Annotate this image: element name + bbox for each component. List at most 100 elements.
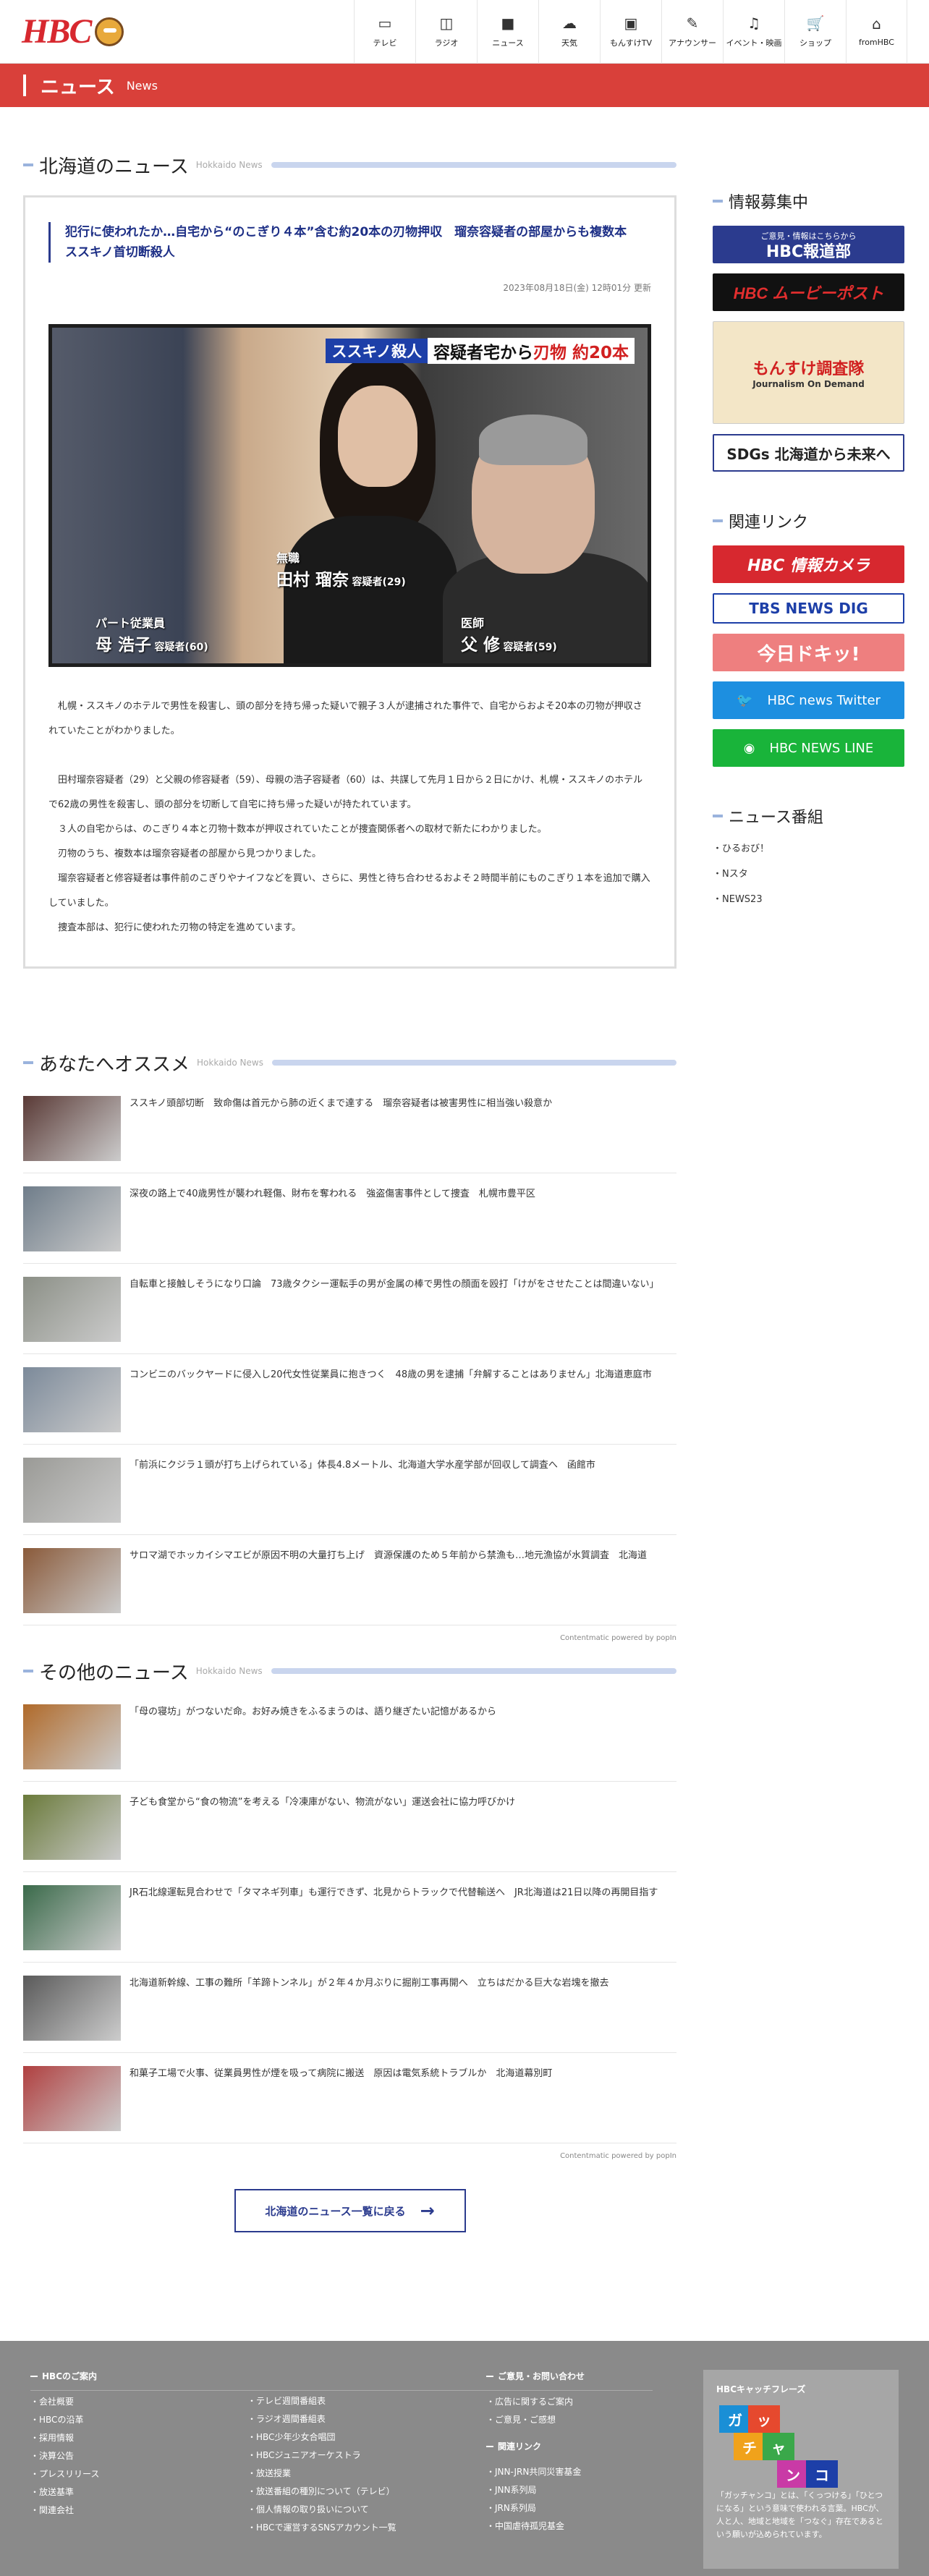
news-item[interactable]: 「前浜にクジラ１頭が打ち上げられている」体長4.8メートル、北海道大学水産学部が…: [23, 1453, 676, 1535]
twitter-button[interactable]: 🐦 HBC news Twitter: [713, 681, 904, 719]
footer-link[interactable]: ラジオ週間番組表: [247, 2413, 486, 2425]
program-link[interactable]: NEWS23: [713, 891, 904, 905]
footer-link[interactable]: プレスリリース: [30, 2467, 247, 2480]
footer-link[interactable]: 関連会社: [30, 2504, 247, 2516]
footer-link[interactable]: 個人情報の取り扱いについて: [247, 2503, 486, 2515]
heading-en: Hokkaido News: [197, 1058, 263, 1068]
logo-text: HBC: [22, 12, 92, 51]
footer-link[interactable]: JNN-JRN共同災害基金: [486, 2465, 674, 2478]
article-title: 犯行に使われたか…自宅から“のこぎり４本”含む約20本の刃物押収 瑠奈容疑者の部…: [65, 225, 640, 260]
catchphrase-char: ガ: [719, 2405, 751, 2433]
nav-label: ショップ: [799, 38, 831, 48]
footer-guide-title: HBCのご案内: [30, 2370, 247, 2382]
person-name: 母 浩子: [96, 636, 152, 655]
catchphrase-char: ャ: [763, 2433, 794, 2460]
nav-label: fromHBC: [859, 38, 894, 47]
news-item[interactable]: 深夜の路上で40歳男性が襲われ軽傷、財布を奪われる 強盗傷害事件として捜査 札幌…: [23, 1182, 676, 1264]
footer-link[interactable]: HBCで運営するSNSアカウント一覧: [247, 2521, 486, 2533]
program-link[interactable]: ひるおび！: [713, 841, 904, 854]
nav-label: アナウンサー: [669, 38, 716, 48]
programs-list: ひるおび！ Nスタ NEWS23: [713, 841, 904, 905]
footer-link[interactable]: HBCジュニアオーケストラ: [247, 2449, 486, 2461]
nav-item[interactable]: ⌂ fromHBC: [846, 0, 907, 64]
footer-link[interactable]: 中国虐待孤児基金: [486, 2520, 674, 2532]
back-to-list-button[interactable]: 北海道のニュース一覧に戻る →: [234, 2189, 466, 2232]
hodo-label: HBC報道部: [765, 243, 852, 261]
nav-item[interactable]: ■ ニュース: [477, 0, 538, 64]
nav-item[interactable]: ☁ 天気: [538, 0, 600, 64]
news-thumbnail: [23, 1277, 121, 1342]
mic-icon: ✎: [686, 14, 699, 32]
news-thumbnail: [23, 1458, 121, 1523]
footer-link[interactable]: JNN系列局: [486, 2483, 674, 2496]
footer-guide: HBCのご案内 会社概要 HBCの沿革採用情報決算公告プレスリリース放送基準関連会…: [30, 2370, 247, 2547]
powered-by[interactable]: Contentmatic powered by popIn: [23, 1634, 676, 1642]
nav-label: ラジオ: [434, 38, 459, 48]
links-section: 関連リンク HBC 情報カメラ TBS NEWS DIG 今日ドキッ! 🐦 HBC…: [713, 509, 904, 767]
nav-item[interactable]: ▭ テレビ: [354, 0, 415, 64]
news-item[interactable]: コンビニのバックヤードに侵入し20代女性従業員に抱きつく 48歳の男を逮捕「弁解…: [23, 1363, 676, 1445]
heading-line: [271, 162, 676, 168]
news-item[interactable]: 子ども食堂から“食の物流”を考える「冷凍庫がない、物流がない」運送会社に協力呼び…: [23, 1790, 676, 1872]
nav-label: 天気: [561, 38, 577, 48]
news-item[interactable]: JR石北線運転見合わせで「タマネギ列車」も運行できず、北見からトラックで代替輸送…: [23, 1881, 676, 1963]
movie-post-banner[interactable]: HBC ムービーポスト: [713, 273, 904, 311]
hodo-banner[interactable]: ご意見・情報はこちらから HBC報道部: [713, 226, 904, 263]
footer-link[interactable]: 決算公告: [30, 2449, 247, 2462]
article-body: 札幌・ススキノのホテルで男性を殺害し、頭の部分を持ち帰った疑いで親子３人が逮捕さ…: [48, 694, 651, 940]
news-thumbnail: [23, 1096, 121, 1161]
nav-item[interactable]: 🛒 ショップ: [784, 0, 846, 64]
news-item[interactable]: 北海道新幹線、工事の難所「羊蹄トンネル」が２年４か月ぶりに掘削工事再開へ 立ちは…: [23, 1971, 676, 2053]
article-paragraph: 札幌・ススキノのホテルで男性を殺害し、頭の部分を持ち帰った疑いで親子３人が逮捕さ…: [48, 701, 642, 736]
news-item[interactable]: サロマ湖でホッカイシマエビが原因不明の大量打ち上げ 資源保護のため５年前から禁漁…: [23, 1544, 676, 1625]
footer-link[interactable]: HBCの沿革: [30, 2413, 247, 2426]
powered-by[interactable]: Contentmatic powered by popIn: [23, 2152, 676, 2160]
article-date: 2023年08月18日(金) 12時01分 更新: [503, 283, 651, 293]
news-headline: コンビニのバックヤードに侵入し20代女性従業員に抱きつく 48歳の男を逮捕「弁解…: [130, 1369, 652, 1380]
heading-line: [271, 1060, 676, 1066]
heading-mark: [23, 163, 33, 166]
news-headline: ススキノ頭部切断 致命傷は首元から肺の近くまで達する 瑠奈容疑者は被害男性に相当…: [130, 1098, 553, 1109]
back-button-label: 北海道のニュース一覧に戻る: [265, 2204, 406, 2218]
line-button[interactable]: ◉ HBC NEWS LINE: [713, 729, 904, 767]
footer-link[interactable]: 採用情報: [30, 2431, 247, 2444]
twitter-label: HBC news Twitter: [767, 692, 881, 708]
news-item[interactable]: 自転車と接触しそうになり口論 73歳タクシー運転手の男が金属の棒で男性の顔面を殴…: [23, 1272, 676, 1354]
news-item[interactable]: 「母の寝坊」がつないだ命。お好み焼きをふるまうのは、語り継ぎたい記憶があるから: [23, 1700, 676, 1782]
info-camera-banner[interactable]: HBC 情報カメラ: [713, 545, 904, 583]
sdgs-banner[interactable]: SDGs 北海道から未来へ: [713, 434, 904, 472]
tbs-news-dig-banner[interactable]: TBS NEWS DIG: [713, 593, 904, 624]
nav-item[interactable]: ♫ イベント・映画: [723, 0, 784, 64]
news-headline: サロマ湖でホッカイシマエビが原因不明の大量打ち上げ 資源保護のため５年前から禁漁…: [130, 1550, 648, 1561]
hokkaido-news-heading: 北海道のニュース Hokkaido News: [23, 150, 676, 179]
nav-item[interactable]: ✎ アナウンサー: [661, 0, 723, 64]
footer-link[interactable]: 放送番組の種別について（テレビ）: [247, 2485, 486, 2497]
footer-link[interactable]: 広告に関するご案内: [486, 2395, 674, 2407]
info-title: 情報募集中: [713, 190, 904, 213]
monsuke-chosa-banner[interactable]: もんすけ調査隊 Journalism On Demand: [713, 321, 904, 424]
footer-link[interactable]: 会社概要: [30, 2395, 247, 2407]
info-title-text: 情報募集中: [729, 194, 809, 212]
footer-link[interactable]: 放送授業: [247, 2467, 486, 2479]
nav-item[interactable]: ▣ もんすけTV: [600, 0, 661, 64]
news-headline: 北海道新幹線、工事の難所「羊蹄トンネル」が２年４か月ぶりに掘削工事再開へ 立ちは…: [130, 1978, 609, 1989]
news-item[interactable]: 和菓子工場で火事、従業員男性が煙を吸って病院に搬送 原因は電気系統トラブルか 北…: [23, 2062, 676, 2143]
photo-label-daughter: 無職 田村 瑠奈 容疑者(29): [276, 548, 406, 590]
heading-mark: [23, 1061, 33, 1064]
photo-headline-a: 容疑者宅から: [433, 344, 533, 362]
catchphrase-title: HBCキャッチフレーズ: [716, 2384, 806, 2394]
footer-link[interactable]: ご意見・ご感想: [486, 2413, 674, 2426]
news-headline: 深夜の路上で40歳男性が襲われ軽傷、財布を奪われる 強盗傷害事件として捜査 札幌…: [130, 1189, 535, 1199]
footer-link[interactable]: テレビ週間番組表: [247, 2394, 486, 2407]
footer-link[interactable]: JRN系列局: [486, 2501, 674, 2514]
hbc-logo[interactable]: HBC: [22, 12, 124, 51]
kyou-doki-banner[interactable]: 今日ドキッ!: [713, 634, 904, 671]
person-role: 無職: [276, 551, 300, 565]
nav-item[interactable]: ◫ ラジオ: [415, 0, 477, 64]
news-item[interactable]: ススキノ頭部切断 致命傷は首元から肺の近くまで達する 瑠奈容疑者は被害男性に相当…: [23, 1092, 676, 1173]
footer-link[interactable]: HBC少年少女合唱団: [247, 2431, 486, 2443]
footer-link[interactable]: 放送基準: [30, 2486, 247, 2498]
program-link[interactable]: Nスタ: [713, 866, 904, 880]
person-name: 田村 瑠奈: [276, 571, 349, 590]
line-label: HBC NEWS LINE: [769, 740, 874, 756]
